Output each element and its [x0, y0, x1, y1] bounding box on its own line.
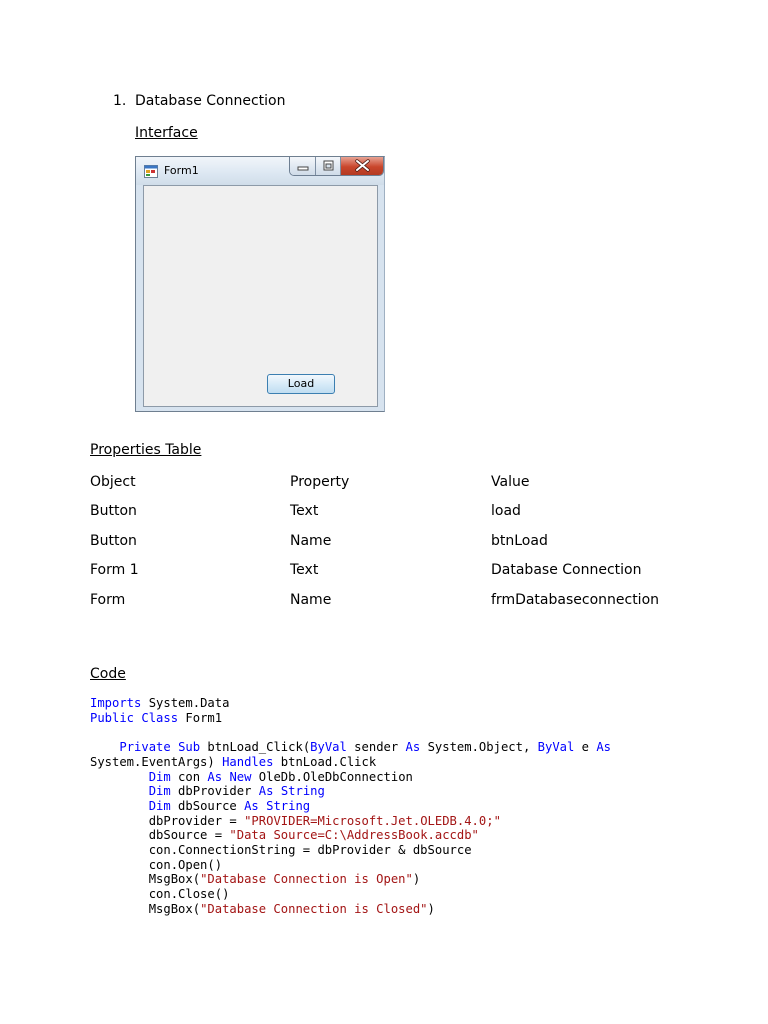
code-keyword: As	[207, 769, 223, 784]
window-titlebar: Form1	[136, 157, 384, 185]
close-button[interactable]	[341, 157, 383, 175]
window-title: Form1	[164, 164, 199, 177]
code-string: "Database Connection is Open"	[200, 872, 413, 887]
load-button[interactable]: Load	[267, 374, 335, 394]
list-number: 1.	[113, 93, 127, 109]
code-text: con.Close()	[90, 887, 230, 902]
code-text: e	[574, 740, 597, 755]
table-header-value: Value	[491, 474, 530, 490]
properties-table-heading: Properties Table	[90, 442, 202, 458]
table-cell-value: Database Connection	[491, 562, 642, 578]
table-header-property: Property	[290, 474, 350, 490]
code-keyword: Public	[90, 710, 135, 725]
code-line: dbProvider = "PROVIDER=Microsoft.Jet.OLE…	[90, 814, 501, 828]
code-text: dbSource =	[90, 828, 230, 843]
table-cell-object: Form 1	[90, 562, 139, 578]
close-icon	[355, 159, 370, 172]
code-text: MsgBox(	[90, 901, 201, 916]
code-text: OleDb.OleDbConnection	[251, 769, 413, 784]
code-line: Dim con As New OleDb.OleDbConnection	[90, 770, 413, 784]
code-line: con.Open()	[90, 858, 222, 872]
code-line: dbSource = "Data Source=C:\AddressBook.a…	[90, 828, 479, 842]
maximize-icon	[323, 160, 334, 171]
window-client-area: Load	[143, 185, 378, 407]
code-text: btnLoad_Click(	[200, 740, 311, 755]
code-keyword: New	[229, 769, 252, 784]
code-keyword: Class	[141, 710, 179, 725]
section-title: Database Connection	[135, 93, 286, 109]
application-icon	[144, 165, 158, 178]
table-cell-value: btnLoad	[491, 533, 548, 549]
code-text: Form1	[178, 710, 223, 725]
code-keyword: Handles	[222, 754, 274, 769]
code-text: dbProvider =	[90, 813, 245, 828]
code-text: MsgBox(	[90, 872, 201, 887]
form-window-screenshot: Form1 Load	[135, 156, 385, 412]
code-keyword: Dim	[148, 784, 171, 799]
code-keyword: ByVal	[537, 740, 575, 755]
maximize-button[interactable]	[316, 157, 341, 175]
code-keyword: As	[244, 798, 259, 813]
table-header-object: Object	[90, 474, 136, 490]
code-text: System.Object,	[420, 740, 538, 755]
code-text: System.Data	[141, 696, 230, 710]
minimize-icon	[297, 166, 309, 171]
code-line: Imports System.Data	[90, 696, 229, 710]
table-cell-value: load	[491, 503, 521, 519]
code-string: "PROVIDER=Microsoft.Jet.OLEDB.4.0;"	[244, 813, 501, 828]
table-cell-object: Button	[90, 533, 137, 549]
code-keyword: As	[405, 740, 421, 755]
code-keyword: Dim	[148, 769, 171, 784]
code-text: )	[412, 872, 421, 887]
minimize-button[interactable]	[290, 157, 316, 175]
code-line: Public Class Form1	[90, 711, 222, 725]
table-cell-value: frmDatabaseconnection	[491, 592, 660, 608]
code-text: btnLoad.Click	[273, 754, 377, 769]
code-heading: Code	[90, 666, 126, 682]
interface-heading: Interface	[135, 125, 198, 141]
code-keyword: Imports	[90, 696, 142, 710]
code-text: dbSource	[170, 798, 245, 813]
code-line: Private Sub btnLoad_Click(ByVal sender A…	[90, 740, 611, 754]
code-block: Imports System.Data Public Class Form1 P…	[90, 696, 611, 917]
code-keyword: As	[596, 740, 612, 755]
table-cell-property: Text	[290, 503, 319, 519]
table-cell-object: Form	[90, 592, 126, 608]
code-text: System.EventArgs)	[90, 754, 223, 769]
table-cell-property: Text	[290, 562, 319, 578]
code-line: Dim dbProvider As String	[90, 784, 325, 798]
code-line: MsgBox("Database Connection is Closed")	[90, 902, 435, 916]
code-text: con	[170, 769, 208, 784]
code-keyword: String	[266, 798, 311, 813]
code-text: con.ConnectionString = dbProvider & dbSo…	[90, 843, 472, 858]
code-line: con.Close()	[90, 887, 230, 902]
code-keyword: Dim	[148, 798, 171, 813]
code-text: con.Open()	[90, 857, 223, 872]
table-cell-property: Name	[290, 533, 332, 549]
code-string: "Data Source=C:\AddressBook.accdb"	[229, 828, 479, 843]
code-text: dbProvider	[170, 784, 259, 799]
code-text: )	[427, 901, 435, 916]
code-line: con.ConnectionString = dbProvider & dbSo…	[90, 843, 472, 857]
window-controls	[289, 157, 384, 176]
code-keyword: As	[258, 784, 274, 799]
code-line: MsgBox("Database Connection is Open")	[90, 872, 421, 887]
code-line: Dim dbSource As String	[90, 799, 310, 813]
table-cell-object: Button	[90, 503, 137, 519]
table-cell-property: Name	[290, 592, 332, 608]
code-string: "Database Connection is Closed"	[200, 901, 428, 916]
code-line: System.EventArgs) Handles btnLoad.Click	[90, 755, 376, 769]
code-keyword: ByVal	[310, 740, 347, 755]
code-keyword: Sub	[178, 740, 201, 755]
code-keyword: Private	[119, 740, 171, 755]
code-text: sender	[346, 740, 406, 755]
code-keyword: String	[280, 784, 325, 799]
